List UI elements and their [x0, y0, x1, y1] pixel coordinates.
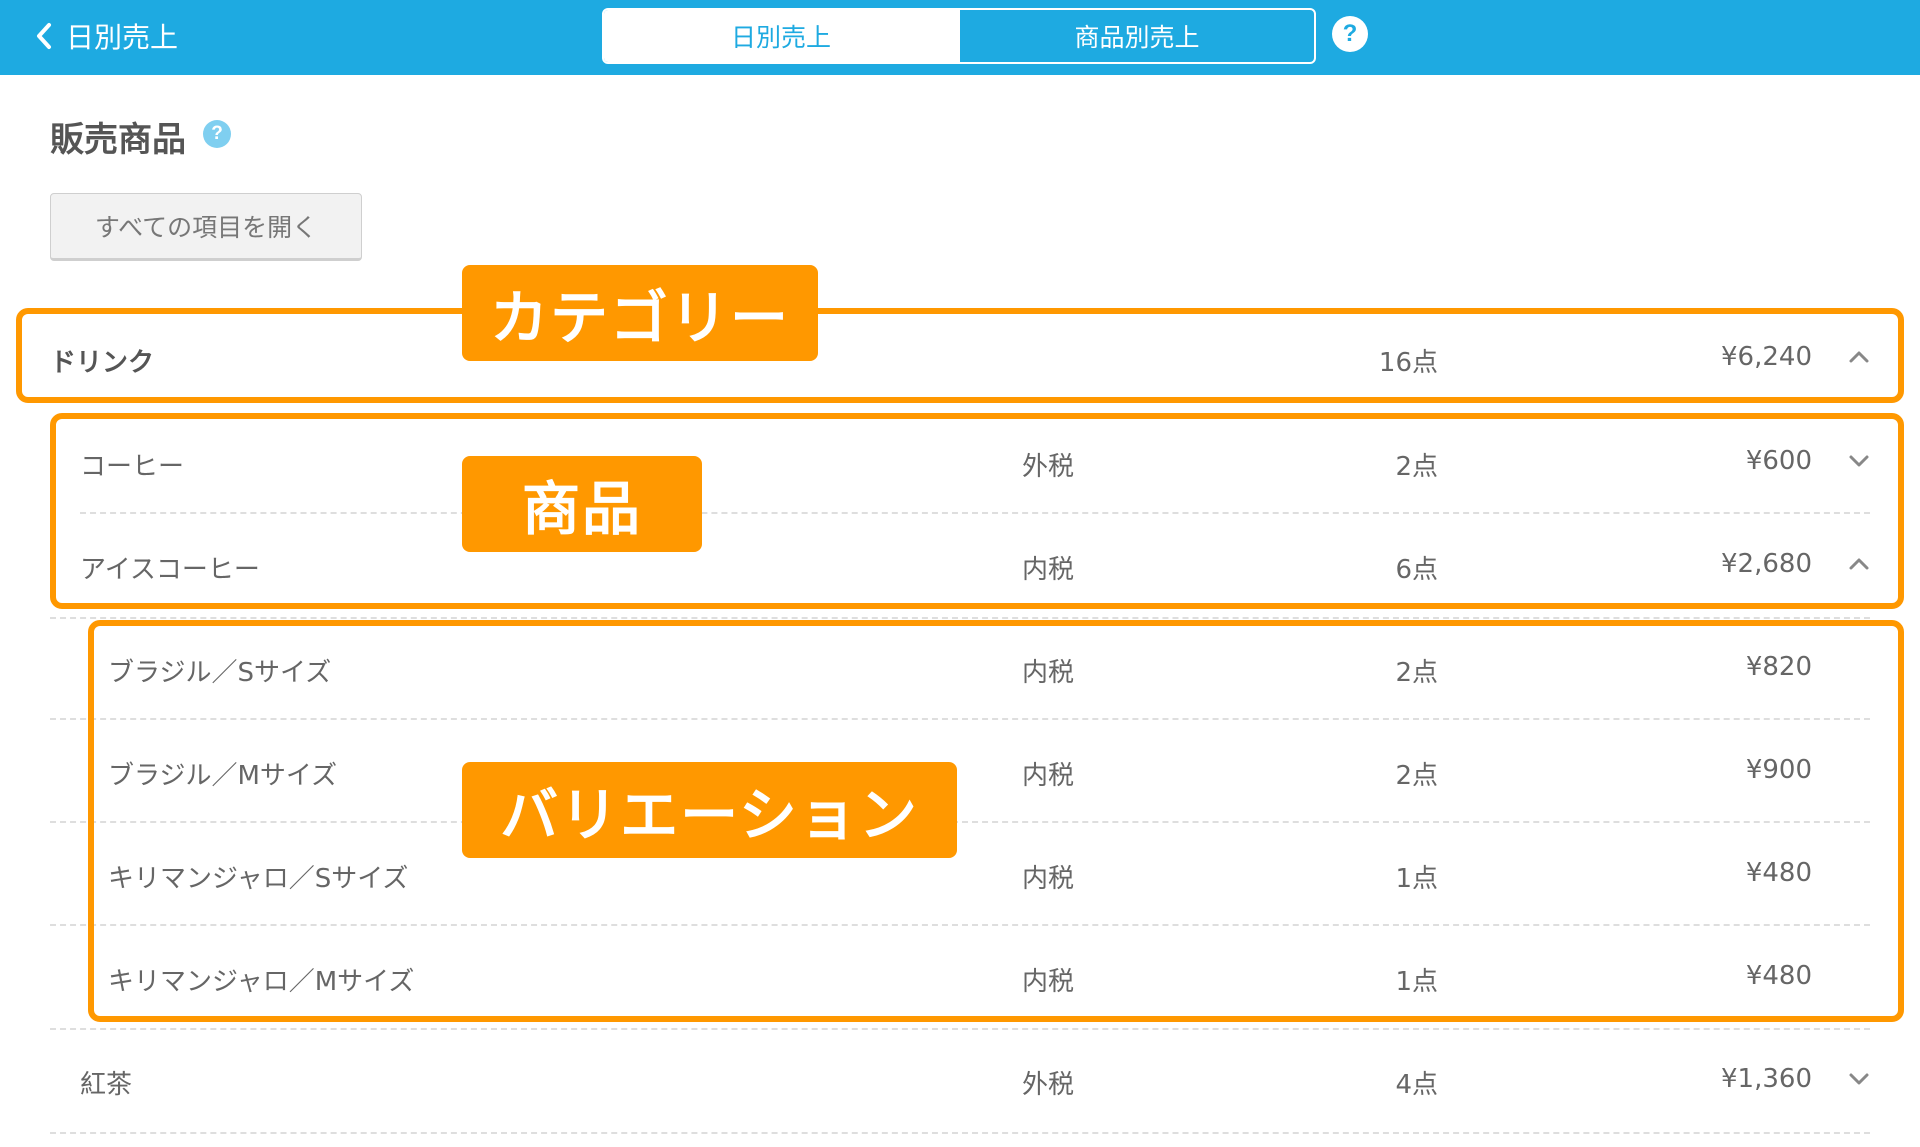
product-annotation-label: 商品	[462, 456, 702, 552]
row-divider	[50, 924, 1870, 926]
variation-qty: 1点	[1395, 967, 1438, 997]
product-name: コーヒー	[80, 452, 185, 482]
product-amount: ¥1,360	[1721, 1064, 1812, 1094]
product-name: 紅茶	[80, 1070, 133, 1100]
variation-row[interactable]: キリマンジャロ／Mサイズ 内税 1点 ¥480	[50, 927, 1870, 1027]
product-amount: ¥2,680	[1721, 549, 1812, 579]
product-qty: 6点	[1395, 555, 1438, 585]
row-divider	[50, 1132, 1870, 1134]
product-tax: 外税	[1022, 1070, 1075, 1100]
product-amount: ¥600	[1745, 446, 1812, 476]
variation-name: キリマンジャロ／Sサイズ	[108, 864, 409, 894]
variation-tax: 内税	[1022, 658, 1075, 688]
variation-amount: ¥820	[1745, 652, 1812, 682]
row-divider	[80, 512, 1870, 514]
product-tax: 外税	[1022, 452, 1075, 482]
row-divider	[50, 821, 1870, 823]
variation-row[interactable]: ブラジル／Sサイズ 内税 2点 ¥820	[50, 618, 1870, 718]
variation-name: ブラジル／Mサイズ	[108, 761, 338, 791]
category-annotation-label: カテゴリー	[462, 265, 818, 361]
variation-tax: 内税	[1022, 967, 1075, 997]
top-bar: 日別売上 日別売上 商品別売上 ?	[0, 0, 1920, 75]
variation-amount: ¥480	[1745, 961, 1812, 991]
back-button[interactable]: 日別売上	[36, 0, 178, 72]
segmented-control: 日別売上 商品別売上	[602, 8, 1316, 64]
variation-annotation-label: バリエーション	[462, 762, 957, 858]
product-qty: 2点	[1395, 452, 1438, 482]
variation-qty: 1点	[1395, 864, 1438, 894]
chevron-left-icon	[37, 23, 51, 49]
chevron-down-icon[interactable]	[1848, 454, 1870, 468]
product-tax: 内税	[1022, 555, 1075, 585]
chevron-up-icon[interactable]	[1848, 557, 1870, 571]
product-qty: 4点	[1395, 1070, 1438, 1100]
variation-amount: ¥900	[1745, 755, 1812, 785]
variation-row[interactable]: ブラジル／Mサイズ 内税 2点 ¥900	[50, 721, 1870, 821]
variation-name: ブラジル／Sサイズ	[108, 658, 332, 688]
back-label: 日別売上	[66, 21, 179, 54]
chevron-down-icon[interactable]	[1848, 1072, 1870, 1086]
variation-tax: 内税	[1022, 761, 1075, 791]
tab-daily-sales[interactable]: 日別売上	[604, 10, 958, 62]
variation-row[interactable]: キリマンジャロ／Sサイズ 内税 1点 ¥480	[50, 824, 1870, 924]
product-name: アイスコーヒー	[80, 555, 260, 585]
product-row[interactable]: コーヒー 外税 2点 ¥600	[50, 412, 1870, 512]
row-divider	[50, 718, 1870, 720]
page-title: 販売商品	[50, 120, 186, 160]
variation-qty: 2点	[1395, 658, 1438, 688]
variation-qty: 2点	[1395, 761, 1438, 791]
section-help-icon[interactable]: ?	[203, 120, 231, 148]
category-amount: ¥6,240	[1721, 342, 1812, 372]
variation-amount: ¥480	[1745, 858, 1812, 888]
open-all-button[interactable]: すべての項目を開く	[50, 193, 362, 261]
category-name: ドリンク	[50, 348, 155, 378]
product-row[interactable]: アイスコーヒー 内税 6点 ¥2,680	[50, 515, 1870, 615]
help-icon[interactable]: ?	[1332, 16, 1368, 52]
tab-product-sales[interactable]: 商品別売上	[958, 10, 1314, 62]
variation-tax: 内税	[1022, 864, 1075, 894]
variation-name: キリマンジャロ／Mサイズ	[108, 967, 415, 997]
chevron-up-icon[interactable]	[1848, 350, 1870, 364]
product-row[interactable]: 紅茶 外税 4点 ¥1,360	[50, 1030, 1870, 1130]
category-qty: 16点	[1378, 348, 1438, 378]
category-row[interactable]: ドリンク 16点 ¥6,240	[50, 308, 1870, 408]
